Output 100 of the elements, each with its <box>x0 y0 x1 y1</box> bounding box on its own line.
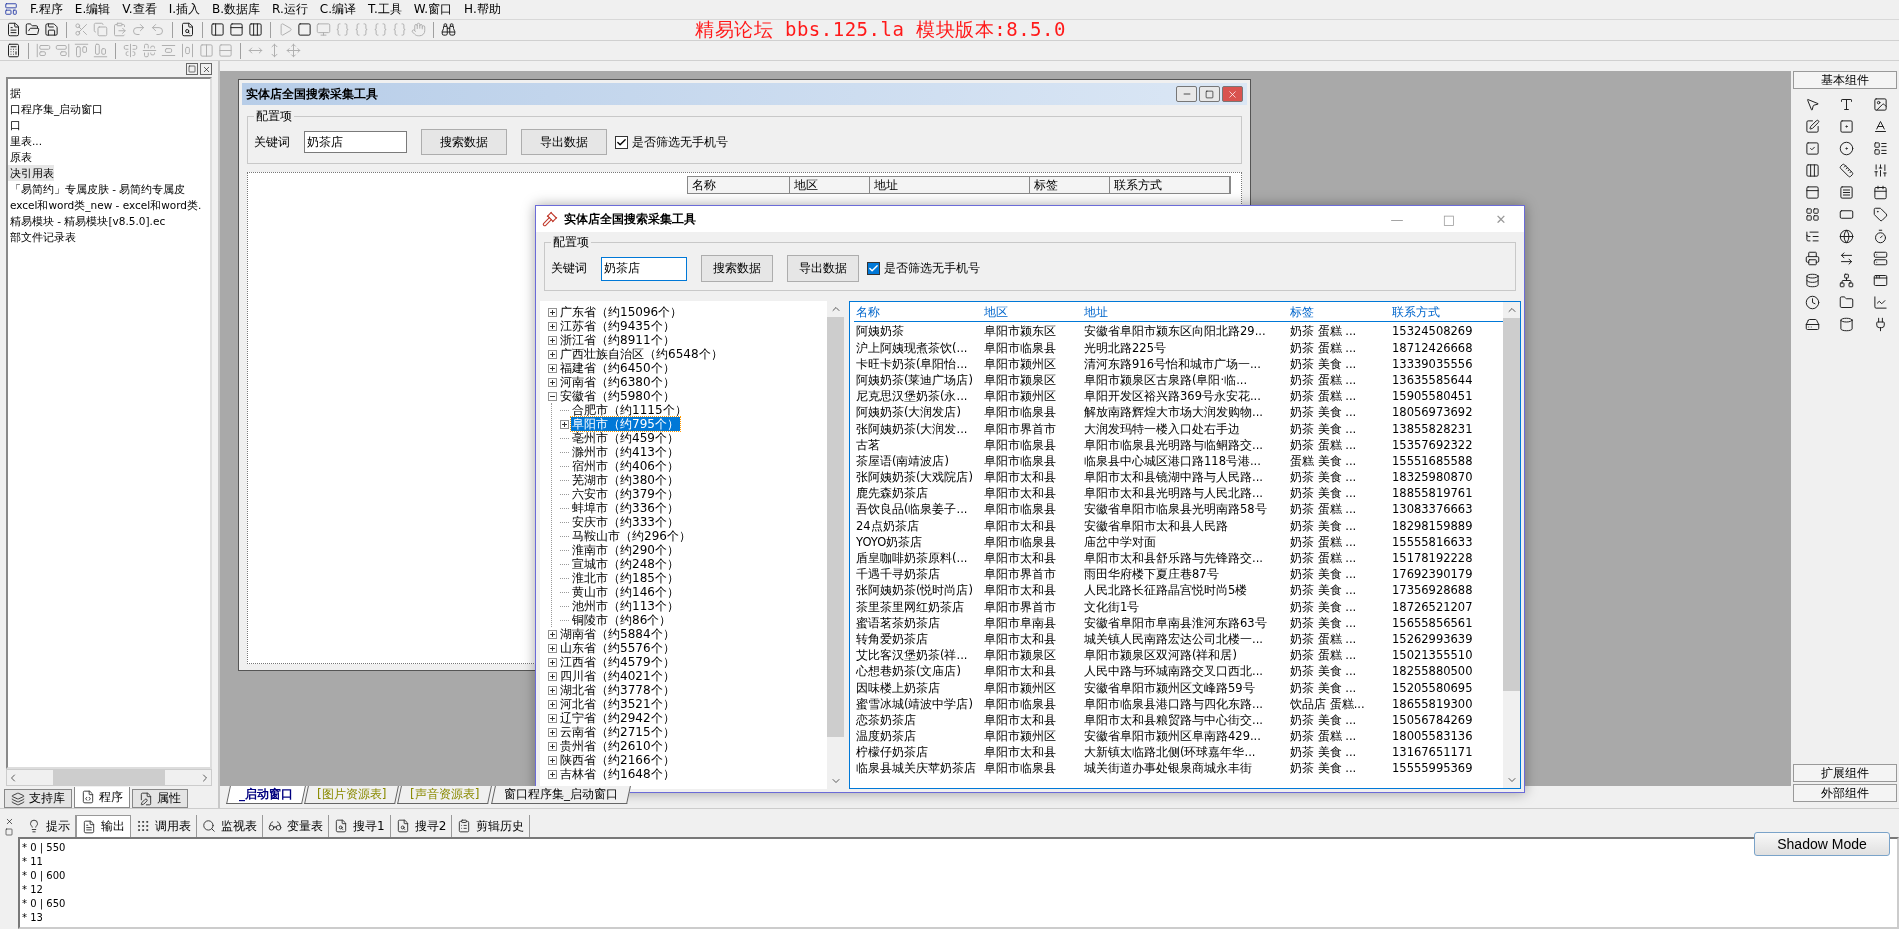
close-button[interactable] <box>1222 86 1243 103</box>
column-header[interactable]: 地址 <box>1082 304 1288 322</box>
database-icon[interactable] <box>1805 273 1820 289</box>
tree-item[interactable]: 湖南省（约5884个） <box>559 627 676 642</box>
tree-item[interactable]: 福建省（约6450个） <box>559 361 676 376</box>
plug-icon[interactable] <box>1873 317 1888 333</box>
tree-item[interactable]: 河北省（约3521个） <box>559 697 676 712</box>
expand-icon[interactable] <box>548 699 557 709</box>
tree-item[interactable]: 安徽省（约5980个） <box>559 389 676 404</box>
menu-item[interactable]: W.窗口 <box>413 0 453 18</box>
menu-item[interactable]: T.工具 <box>368 0 402 18</box>
tree-item[interactable]: 江西省（约4579个） <box>559 655 676 670</box>
tree-item[interactable]: 云南省（约2715个） <box>559 725 676 740</box>
tree-item[interactable]: 江苏省（约9435个） <box>559 319 676 334</box>
menu-item[interactable]: V.查看 <box>122 0 157 18</box>
tree-item[interactable]: 马鞍山市（约296个） <box>571 529 692 544</box>
output-tab[interactable]: 输出 <box>76 815 131 837</box>
tree-item[interactable]: 六安市（约379个） <box>571 487 680 502</box>
list-icon[interactable] <box>1873 141 1888 157</box>
columns-icon[interactable] <box>248 22 263 38</box>
keyword-input[interactable]: 奶茶店 <box>304 131 407 154</box>
tree-item[interactable]: 湖北省（约3778个） <box>559 683 676 698</box>
project-item[interactable]: 「易简约」专属皮肤 - 易简约专属皮 <box>8 181 186 198</box>
edit-box-icon[interactable] <box>1805 119 1820 135</box>
menu-item[interactable]: C.编译 <box>319 0 357 18</box>
timer-icon[interactable] <box>1873 229 1888 245</box>
scrollbar-thumb[interactable] <box>52 770 166 785</box>
tree-item[interactable]: 铜陵市（约86个） <box>571 613 673 628</box>
tree-item[interactable]: 亳州市（约459个） <box>571 431 680 446</box>
column-header[interactable]: 标签 <box>1288 304 1390 322</box>
action-button[interactable]: 搜索数据 <box>421 129 507 156</box>
expand-icon[interactable] <box>548 335 557 345</box>
tree-item[interactable]: 阜阳市（约795个） <box>571 417 680 432</box>
chart-icon[interactable] <box>1873 295 1888 311</box>
horizontal-scrollbar[interactable] <box>6 769 212 786</box>
expand-icon[interactable] <box>548 727 557 737</box>
tree-item[interactable]: 贵州省（约2610个） <box>559 739 676 754</box>
tree-item[interactable]: 池州市（约113个） <box>571 599 680 614</box>
expand-icon[interactable] <box>548 657 557 667</box>
menu-item[interactable]: H.帮助 <box>464 0 501 18</box>
column-header[interactable]: 联系方式 <box>1390 304 1500 322</box>
calendar-icon[interactable] <box>1873 185 1888 201</box>
expand-icon[interactable] <box>548 643 557 653</box>
grid-icon[interactable] <box>1805 207 1820 223</box>
menu-item[interactable]: I.插入 <box>168 0 201 18</box>
globe-icon[interactable] <box>1839 229 1854 245</box>
folder-icon[interactable] <box>1839 295 1854 311</box>
tree-item[interactable]: 四川省（约4021个） <box>559 669 676 684</box>
open-folder-icon[interactable] <box>25 22 40 38</box>
tree-item[interactable]: 合肥市（约1115个） <box>571 403 688 418</box>
tree-item[interactable]: 蚌埠市（约336个） <box>571 501 680 516</box>
binoculars-icon[interactable] <box>441 22 456 38</box>
drive-icon[interactable] <box>1805 317 1820 333</box>
action-button[interactable]: 导出数据 <box>521 129 607 156</box>
expand-icon[interactable] <box>548 629 557 639</box>
tag-icon[interactable] <box>1873 207 1888 223</box>
table-icon[interactable] <box>1805 163 1820 179</box>
palette-section[interactable]: 扩展组件 <box>1793 764 1897 782</box>
pointer-icon[interactable] <box>1805 97 1820 113</box>
network-icon[interactable] <box>1839 273 1854 289</box>
maximize-button[interactable] <box>1199 86 1220 103</box>
panel-top-icon[interactable] <box>229 22 244 38</box>
search-icon[interactable] <box>180 22 195 38</box>
cylinder-icon[interactable] <box>1839 317 1854 333</box>
tree-item[interactable]: 黄山市（约146个） <box>571 585 680 600</box>
column-header[interactable]: 名称 <box>854 304 982 322</box>
tree-item[interactable]: 宿州市（约406个） <box>571 459 680 474</box>
tree-item[interactable]: 淮北市（约185个） <box>571 571 680 586</box>
expand-icon[interactable] <box>548 363 557 373</box>
tree-item[interactable]: 滁州市（约413个） <box>571 445 680 460</box>
scrollbar-thumb[interactable] <box>1503 318 1520 691</box>
tree-item[interactable]: 广东省（约15096个） <box>559 305 684 320</box>
panel-tab[interactable]: 支持库 <box>4 789 72 808</box>
save-icon[interactable] <box>44 22 59 38</box>
project-item[interactable]: 里表... <box>8 133 42 150</box>
filter-checkbox[interactable] <box>615 135 628 149</box>
project-item[interactable]: 口程序集_启动窗口 <box>8 101 104 118</box>
restore-button[interactable] <box>186 63 198 76</box>
expand-icon[interactable] <box>548 769 557 779</box>
button-icon[interactable] <box>1839 119 1854 135</box>
menu-item[interactable]: B.数据库 <box>212 0 261 18</box>
server-icon[interactable] <box>1873 251 1888 267</box>
checkbox-icon[interactable] <box>1805 141 1820 157</box>
radio-icon[interactable] <box>1839 141 1854 157</box>
vertical-scrollbar[interactable] <box>1503 302 1520 789</box>
clock-icon[interactable] <box>1805 295 1820 311</box>
panel-tab[interactable]: 程序 <box>74 787 130 808</box>
column-header[interactable]: 地区 <box>982 304 1082 322</box>
tree-item[interactable]: 宣城市（约248个） <box>571 557 680 572</box>
project-item[interactable]: 原表 <box>8 149 32 166</box>
tree-icon[interactable] <box>1805 229 1820 245</box>
tree-item[interactable]: 辽宁省（约2942个） <box>559 711 676 726</box>
tree-item[interactable]: 浙江省（约8911个） <box>559 333 676 348</box>
project-item[interactable]: excel和word类_new - excel和word类. <box>8 197 202 214</box>
printer-icon[interactable] <box>1805 251 1820 267</box>
expand-icon[interactable] <box>548 377 557 387</box>
panel-layout-icon[interactable] <box>210 22 225 38</box>
expand-icon[interactable] <box>548 685 557 695</box>
tree-item[interactable]: 陕西省（约2166个） <box>559 753 676 768</box>
expand-icon[interactable] <box>548 321 557 331</box>
